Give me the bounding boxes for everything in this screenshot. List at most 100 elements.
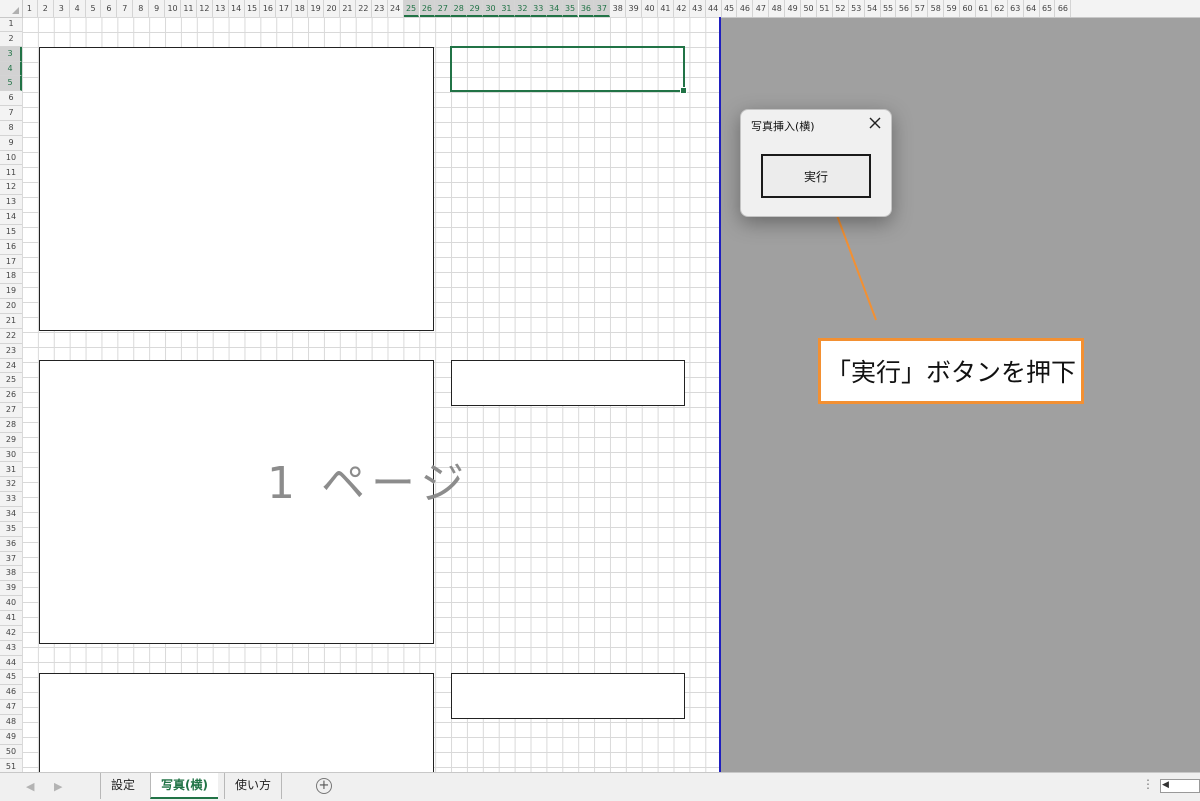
column-header-cell[interactable]: 1: [22, 0, 38, 17]
row-header-cell[interactable]: 41: [0, 611, 22, 626]
column-header-cell[interactable]: 11: [181, 0, 197, 17]
caption-frame-2[interactable]: [451, 360, 685, 406]
column-header-cell[interactable]: 58: [928, 0, 945, 17]
column-header-cell[interactable]: 4: [70, 0, 86, 17]
column-header-cell[interactable]: 2: [38, 0, 54, 17]
column-header-cell[interactable]: 10: [165, 0, 181, 17]
column-header-cell[interactable]: 61: [976, 0, 992, 17]
prev-sheet-icon[interactable]: ◀: [26, 780, 34, 793]
column-header-cell[interactable]: 43: [690, 0, 706, 17]
column-header-cell[interactable]: 23: [372, 0, 388, 17]
column-header-cell[interactable]: 44: [706, 0, 722, 17]
column-header-cell[interactable]: 59: [944, 0, 961, 17]
row-header-cell[interactable]: 13: [0, 195, 22, 211]
column-header-cell[interactable]: 24: [388, 0, 404, 17]
column-header-cell[interactable]: 50: [801, 0, 817, 17]
row-header-cell[interactable]: 25: [0, 373, 22, 389]
row-header-cell[interactable]: 19: [0, 284, 22, 300]
plus-circle-icon[interactable]: +: [316, 778, 332, 794]
column-header-cell[interactable]: 46: [738, 0, 754, 17]
execute-button[interactable]: 実行: [761, 154, 871, 198]
column-header-cell[interactable]: 39: [626, 0, 643, 17]
column-header-cell[interactable]: 53: [849, 0, 865, 17]
photo-frame-3[interactable]: [39, 673, 434, 772]
row-header-cell[interactable]: 16: [0, 240, 22, 255]
column-header-cell[interactable]: 45: [722, 0, 738, 17]
row-header-cell[interactable]: 33: [0, 492, 22, 508]
row-header-cell[interactable]: 29: [0, 433, 22, 448]
row-header-cell[interactable]: 27: [0, 403, 22, 418]
row-header-cell[interactable]: 17: [0, 255, 22, 270]
column-header-cell[interactable]: 40: [642, 0, 658, 17]
column-header-cell[interactable]: 33: [530, 0, 547, 17]
column-header-cell[interactable]: 47: [753, 0, 770, 17]
column-header-cell[interactable]: 57: [912, 0, 929, 17]
column-header-cell[interactable]: 42: [674, 0, 690, 17]
column-header-cell[interactable]: 35: [562, 0, 579, 17]
column-header-cell[interactable]: 19: [308, 0, 325, 17]
row-header-cell[interactable]: 50: [0, 745, 22, 760]
column-header-cell[interactable]: 9: [149, 0, 166, 17]
row-header-cell[interactable]: 23: [0, 344, 22, 359]
row-header-cell[interactable]: 24: [0, 359, 22, 374]
row-header-cell[interactable]: 22: [0, 329, 22, 344]
photo-frame-1[interactable]: [39, 47, 434, 331]
column-header-cell[interactable]: 7: [117, 0, 134, 17]
column-header-cell[interactable]: 5: [86, 0, 102, 17]
column-header-cell[interactable]: 65: [1040, 0, 1056, 17]
row-header-cell[interactable]: 14: [0, 210, 22, 225]
column-header-cell[interactable]: 12: [197, 0, 213, 17]
row-header-cell[interactable]: 20: [0, 299, 22, 314]
row-header-cell[interactable]: 7: [0, 106, 22, 121]
column-header-cell[interactable]: 34: [546, 0, 563, 17]
column-header-cell[interactable]: 16: [261, 0, 277, 17]
row-header-cell[interactable]: 44: [0, 656, 22, 671]
column-header-cell[interactable]: 15: [245, 0, 261, 17]
column-header-cell[interactable]: 30: [483, 0, 499, 17]
row-header-cell[interactable]: 12: [0, 180, 22, 196]
row-header-cell[interactable]: 48: [0, 715, 22, 730]
column-header-cell[interactable]: 55: [881, 0, 897, 17]
column-header-cell[interactable]: 13: [213, 0, 229, 17]
row-header-cell[interactable]: 18: [0, 269, 22, 285]
sheet-tab-settings[interactable]: 設定: [100, 773, 145, 799]
row-header-cell[interactable]: 5: [0, 76, 22, 92]
column-header-cell[interactable]: 54: [865, 0, 881, 17]
splitter-handle-icon[interactable]: ⋮: [1142, 777, 1154, 791]
column-header-cell[interactable]: 38: [610, 0, 627, 17]
column-header-cell[interactable]: 37: [594, 0, 611, 17]
row-header-cell[interactable]: 21: [0, 314, 22, 329]
column-header-cell[interactable]: 22: [356, 0, 372, 17]
column-header-cell[interactable]: 66: [1056, 0, 1072, 17]
column-header-cell[interactable]: 26: [419, 0, 436, 17]
column-header-cell[interactable]: 3: [54, 0, 70, 17]
column-header-cell[interactable]: 51: [817, 0, 833, 17]
row-header-cell[interactable]: 42: [0, 626, 22, 641]
column-header-cell[interactable]: 29: [467, 0, 484, 17]
row-header-cell[interactable]: 32: [0, 477, 22, 493]
row-header-cell[interactable]: 49: [0, 730, 22, 745]
row-header-cell[interactable]: 51: [0, 760, 22, 773]
row-header-cell[interactable]: 35: [0, 522, 22, 537]
row-header-cell[interactable]: 15: [0, 225, 22, 240]
close-icon[interactable]: [867, 115, 883, 131]
column-header-cell[interactable]: 49: [785, 0, 802, 17]
column-header-cell[interactable]: 14: [229, 0, 245, 17]
row-header-cell[interactable]: 26: [0, 388, 22, 404]
column-header-cell[interactable]: 36: [578, 0, 595, 17]
row-header-cell[interactable]: 37: [0, 552, 22, 567]
column-header-cell[interactable]: 20: [324, 0, 340, 17]
row-header-cell[interactable]: 34: [0, 507, 22, 522]
column-header-cell[interactable]: 21: [340, 0, 356, 17]
column-header-cell[interactable]: 17: [276, 0, 293, 17]
row-header-cell[interactable]: 4: [0, 61, 22, 77]
row-header-cell[interactable]: 1: [0, 17, 22, 32]
row-header-cell[interactable]: 47: [0, 700, 22, 715]
column-header-cell[interactable]: 41: [658, 0, 674, 17]
row-header-cell[interactable]: 40: [0, 596, 22, 611]
select-all-corner[interactable]: [0, 0, 23, 18]
print-page-area[interactable]: 1 ページ: [22, 17, 721, 772]
row-header-cell[interactable]: 45: [0, 670, 22, 686]
row-header-cell[interactable]: 38: [0, 566, 22, 582]
fill-handle[interactable]: [680, 87, 687, 94]
